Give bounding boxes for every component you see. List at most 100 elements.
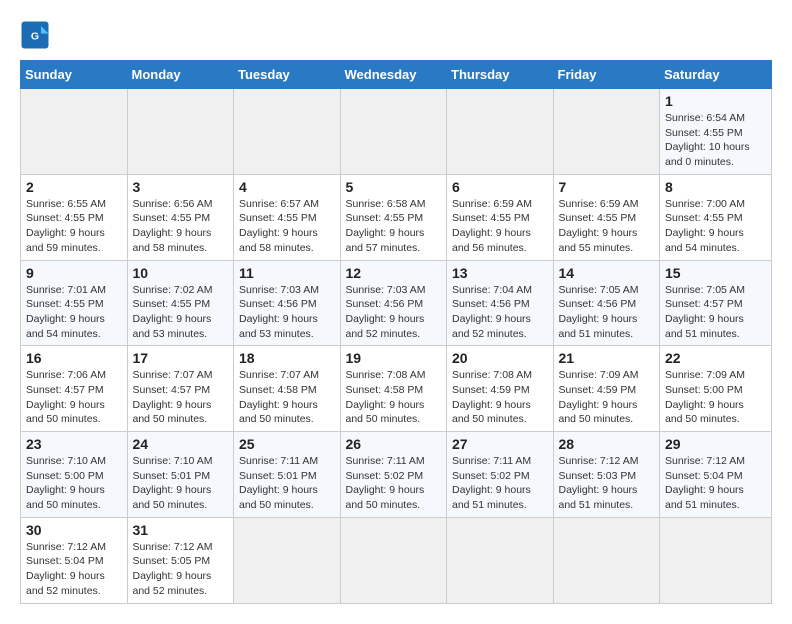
calendar-cell: 21 Sunrise: 7:09 AM Sunset: 4:59 PM Dayli… bbox=[553, 346, 660, 432]
day-info: Sunrise: 7:05 AM Sunset: 4:57 PM Dayligh… bbox=[665, 283, 766, 342]
day-number: 20 bbox=[452, 350, 548, 366]
day-number: 29 bbox=[665, 436, 766, 452]
day-number: 23 bbox=[26, 436, 122, 452]
calendar-week-6: 30Sunrise: 7:12 AM Sunset: 5:04 PM Dayli… bbox=[21, 517, 772, 603]
day-number: 18 bbox=[239, 350, 335, 366]
calendar-cell bbox=[447, 517, 554, 603]
day-info: Sunrise: 7:03 AM Sunset: 4:56 PM Dayligh… bbox=[346, 283, 442, 342]
day-info: Sunrise: 7:04 AM Sunset: 4:56 PM Dayligh… bbox=[452, 283, 548, 342]
calendar-cell: 29Sunrise: 7:12 AM Sunset: 5:04 PM Dayli… bbox=[660, 432, 772, 518]
day-number: 6 bbox=[452, 179, 548, 195]
calendar-cell: 26Sunrise: 7:11 AM Sunset: 5:02 PM Dayli… bbox=[340, 432, 447, 518]
calendar-cell bbox=[340, 517, 447, 603]
day-info: Sunrise: 7:09 AM Sunset: 5:00 PM Dayligh… bbox=[665, 368, 766, 427]
day-number: 13 bbox=[452, 265, 548, 281]
page-header: G bbox=[20, 20, 772, 50]
day-number: 21 bbox=[559, 350, 655, 366]
day-number: 24 bbox=[133, 436, 229, 452]
day-number: 7 bbox=[559, 179, 655, 195]
day-info: Sunrise: 7:10 AM Sunset: 5:00 PM Dayligh… bbox=[26, 454, 122, 513]
calendar-cell bbox=[234, 89, 341, 175]
col-header-monday: Monday bbox=[127, 61, 234, 89]
calendar-cell: 4 Sunrise: 6:57 AM Sunset: 4:55 PM Daylig… bbox=[234, 174, 341, 260]
logo: G bbox=[20, 20, 54, 50]
calendar-cell: 7Sunrise: 6:59 AM Sunset: 4:55 PM Daylig… bbox=[553, 174, 660, 260]
calendar-cell: 16 Sunrise: 7:06 AM Sunset: 4:57 PM Dayli… bbox=[21, 346, 128, 432]
calendar-cell: 6 Sunrise: 6:59 AM Sunset: 4:55 PM Daylig… bbox=[447, 174, 554, 260]
day-info: Sunrise: 6:58 AM Sunset: 4:55 PM Dayligh… bbox=[346, 197, 442, 256]
day-number: 26 bbox=[346, 436, 442, 452]
calendar-cell: 9Sunrise: 7:01 AM Sunset: 4:55 PM Daylig… bbox=[21, 260, 128, 346]
calendar-week-3: 9Sunrise: 7:01 AM Sunset: 4:55 PM Daylig… bbox=[21, 260, 772, 346]
day-info: Sunrise: 6:56 AM Sunset: 4:55 PM Dayligh… bbox=[133, 197, 229, 256]
day-info: Sunrise: 7:07 AM Sunset: 4:57 PM Dayligh… bbox=[133, 368, 229, 427]
calendar-cell: 24Sunrise: 7:10 AM Sunset: 5:01 PM Dayli… bbox=[127, 432, 234, 518]
calendar-cell: 14Sunrise: 7:05 AM Sunset: 4:56 PM Dayli… bbox=[553, 260, 660, 346]
day-number: 28 bbox=[559, 436, 655, 452]
day-info: Sunrise: 7:09 AM Sunset: 4:59 PM Dayligh… bbox=[559, 368, 655, 427]
day-number: 5 bbox=[346, 179, 442, 195]
day-info: Sunrise: 7:12 AM Sunset: 5:04 PM Dayligh… bbox=[26, 540, 122, 599]
day-number: 22 bbox=[665, 350, 766, 366]
calendar-week-1: 1Sunrise: 6:54 AM Sunset: 4:55 PM Daylig… bbox=[21, 89, 772, 175]
logo-icon: G bbox=[20, 20, 50, 50]
calendar-cell: 22 Sunrise: 7:09 AM Sunset: 5:00 PM Dayli… bbox=[660, 346, 772, 432]
day-info: Sunrise: 7:07 AM Sunset: 4:58 PM Dayligh… bbox=[239, 368, 335, 427]
calendar-cell: 1Sunrise: 6:54 AM Sunset: 4:55 PM Daylig… bbox=[660, 89, 772, 175]
day-info: Sunrise: 7:02 AM Sunset: 4:55 PM Dayligh… bbox=[133, 283, 229, 342]
day-info: Sunrise: 7:11 AM Sunset: 5:02 PM Dayligh… bbox=[452, 454, 548, 513]
calendar-cell: 8Sunrise: 7:00 AM Sunset: 4:55 PM Daylig… bbox=[660, 174, 772, 260]
calendar-cell: 27 Sunrise: 7:11 AM Sunset: 5:02 PM Dayli… bbox=[447, 432, 554, 518]
calendar-cell: 19Sunrise: 7:08 AM Sunset: 4:58 PM Dayli… bbox=[340, 346, 447, 432]
col-header-saturday: Saturday bbox=[660, 61, 772, 89]
day-number: 9 bbox=[26, 265, 122, 281]
day-info: Sunrise: 6:59 AM Sunset: 4:55 PM Dayligh… bbox=[452, 197, 548, 256]
day-number: 11 bbox=[239, 265, 335, 281]
day-number: 4 bbox=[239, 179, 335, 195]
day-number: 17 bbox=[133, 350, 229, 366]
col-header-sunday: Sunday bbox=[21, 61, 128, 89]
calendar-week-2: 2 Sunrise: 6:55 AM Sunset: 4:55 PM Daylig… bbox=[21, 174, 772, 260]
day-info: Sunrise: 6:57 AM Sunset: 4:55 PM Dayligh… bbox=[239, 197, 335, 256]
day-number: 14 bbox=[559, 265, 655, 281]
calendar-cell: 11Sunrise: 7:03 AM Sunset: 4:56 PM Dayli… bbox=[234, 260, 341, 346]
day-number: 12 bbox=[346, 265, 442, 281]
day-info: Sunrise: 7:08 AM Sunset: 4:59 PM Dayligh… bbox=[452, 368, 548, 427]
day-number: 19 bbox=[346, 350, 442, 366]
day-info: Sunrise: 7:12 AM Sunset: 5:05 PM Dayligh… bbox=[133, 540, 229, 599]
col-header-friday: Friday bbox=[553, 61, 660, 89]
calendar-cell bbox=[553, 89, 660, 175]
calendar-cell bbox=[553, 517, 660, 603]
calendar-cell: 31 Sunrise: 7:12 AM Sunset: 5:05 PM Dayli… bbox=[127, 517, 234, 603]
calendar-week-5: 23 Sunrise: 7:10 AM Sunset: 5:00 PM Dayli… bbox=[21, 432, 772, 518]
calendar-cell: 18 Sunrise: 7:07 AM Sunset: 4:58 PM Dayli… bbox=[234, 346, 341, 432]
calendar-cell bbox=[660, 517, 772, 603]
col-header-tuesday: Tuesday bbox=[234, 61, 341, 89]
calendar-cell: 20 Sunrise: 7:08 AM Sunset: 4:59 PM Dayli… bbox=[447, 346, 554, 432]
calendar-table: SundayMondayTuesdayWednesdayThursdayFrid… bbox=[20, 60, 772, 604]
calendar-cell: 25 Sunrise: 7:11 AM Sunset: 5:01 PM Dayli… bbox=[234, 432, 341, 518]
col-header-thursday: Thursday bbox=[447, 61, 554, 89]
day-info: Sunrise: 7:12 AM Sunset: 5:03 PM Dayligh… bbox=[559, 454, 655, 513]
day-info: Sunrise: 7:00 AM Sunset: 4:55 PM Dayligh… bbox=[665, 197, 766, 256]
day-info: Sunrise: 6:55 AM Sunset: 4:55 PM Dayligh… bbox=[26, 197, 122, 256]
day-number: 2 bbox=[26, 179, 122, 195]
calendar-cell: 5 Sunrise: 6:58 AM Sunset: 4:55 PM Daylig… bbox=[340, 174, 447, 260]
day-number: 25 bbox=[239, 436, 335, 452]
day-info: Sunrise: 7:11 AM Sunset: 5:01 PM Dayligh… bbox=[239, 454, 335, 513]
calendar-cell: 30Sunrise: 7:12 AM Sunset: 5:04 PM Dayli… bbox=[21, 517, 128, 603]
day-info: Sunrise: 7:06 AM Sunset: 4:57 PM Dayligh… bbox=[26, 368, 122, 427]
calendar-cell: 10 Sunrise: 7:02 AM Sunset: 4:55 PM Dayli… bbox=[127, 260, 234, 346]
calendar-cell: 3Sunrise: 6:56 AM Sunset: 4:55 PM Daylig… bbox=[127, 174, 234, 260]
day-number: 15 bbox=[665, 265, 766, 281]
calendar-cell: 28 Sunrise: 7:12 AM Sunset: 5:03 PM Dayli… bbox=[553, 432, 660, 518]
day-number: 31 bbox=[133, 522, 229, 538]
calendar-cell: 12 Sunrise: 7:03 AM Sunset: 4:56 PM Dayli… bbox=[340, 260, 447, 346]
calendar-cell bbox=[447, 89, 554, 175]
col-header-wednesday: Wednesday bbox=[340, 61, 447, 89]
calendar-cell: 23 Sunrise: 7:10 AM Sunset: 5:00 PM Dayli… bbox=[21, 432, 128, 518]
day-number: 16 bbox=[26, 350, 122, 366]
day-number: 27 bbox=[452, 436, 548, 452]
calendar-cell bbox=[127, 89, 234, 175]
day-number: 10 bbox=[133, 265, 229, 281]
